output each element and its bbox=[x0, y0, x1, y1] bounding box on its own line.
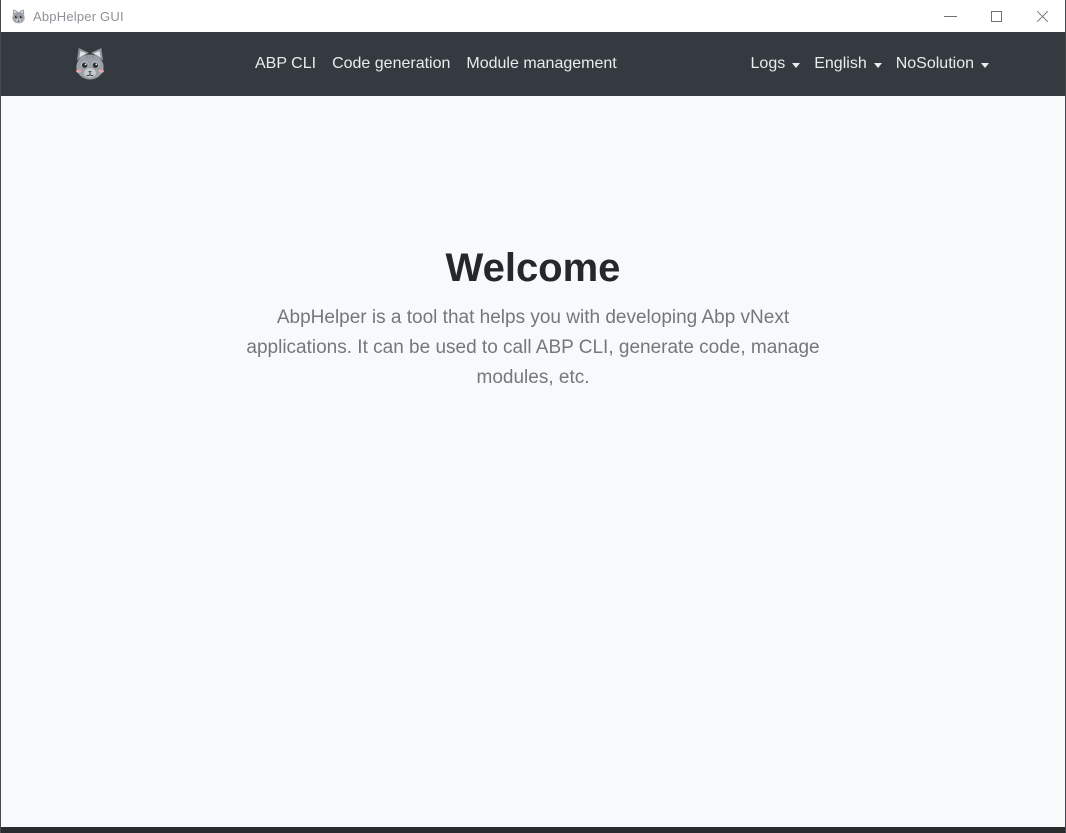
close-button[interactable] bbox=[1019, 0, 1065, 32]
close-icon bbox=[1036, 10, 1049, 23]
minimize-icon bbox=[943, 15, 957, 17]
maximize-icon bbox=[990, 10, 1002, 22]
chevron-down-icon bbox=[873, 62, 882, 68]
nav-item-code-generation[interactable]: Code generation bbox=[332, 55, 450, 73]
nav-dropdown-language[interactable]: English bbox=[814, 55, 882, 73]
cat-logo-icon bbox=[76, 47, 104, 80]
app-window: AbpHelper GUI ABP CLI Code generation Mo… bbox=[0, 0, 1066, 833]
app-cat-icon bbox=[10, 8, 27, 25]
main-navbar: ABP CLI Code generation Module managemen… bbox=[1, 32, 1065, 96]
maximize-button[interactable] bbox=[973, 0, 1019, 32]
nav-dropdown-logs[interactable]: Logs bbox=[751, 55, 801, 73]
welcome-description-line: modules, etc. bbox=[476, 367, 590, 388]
chevron-down-icon bbox=[981, 62, 989, 68]
nav-dropdown-language-label: English bbox=[814, 55, 867, 72]
secondary-nav: Logs English NoSolution bbox=[751, 55, 989, 73]
welcome-heading: Welcome bbox=[445, 246, 621, 290]
window-title: AbpHelper GUI bbox=[33, 8, 124, 24]
minimize-button[interactable] bbox=[927, 0, 973, 32]
chevron-down-icon bbox=[792, 62, 801, 68]
welcome-description-line: AbpHelper is a tool that helps you with … bbox=[276, 307, 790, 328]
navbar-brand-logo[interactable] bbox=[71, 44, 109, 84]
nav-dropdown-solution-label: NoSolution bbox=[895, 55, 974, 72]
nav-dropdown-logs-label: Logs bbox=[750, 55, 786, 72]
primary-nav: ABP CLI Code generation Module managemen… bbox=[255, 55, 617, 73]
welcome-description: AbpHelper is a tool that helps you with … bbox=[1, 303, 1065, 393]
main-content: Welcome AbpHelper is a tool that helps y… bbox=[1, 96, 1065, 827]
titlebar: AbpHelper GUI bbox=[1, 0, 1065, 32]
window-controls bbox=[927, 0, 1065, 32]
welcome-description-line: applications. It can be used to call ABP… bbox=[246, 337, 820, 358]
log-panel-top-edge bbox=[1, 827, 1065, 833]
nav-item-module-management[interactable]: Module management bbox=[466, 55, 616, 73]
nav-item-abp-cli[interactable]: ABP CLI bbox=[255, 55, 316, 73]
nav-dropdown-solution[interactable]: NoSolution bbox=[896, 55, 989, 73]
